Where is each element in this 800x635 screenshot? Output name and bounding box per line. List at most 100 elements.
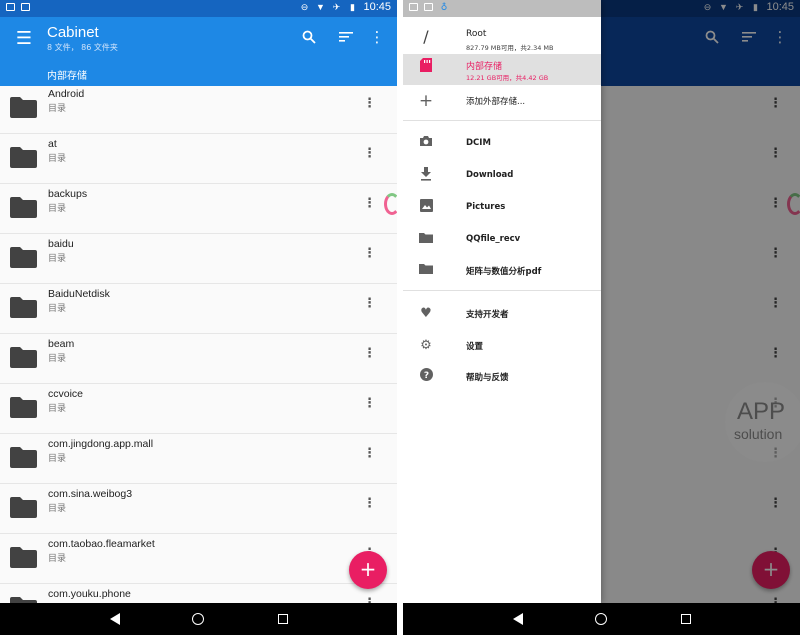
file-type: 目录 xyxy=(48,104,67,114)
folder-icon xyxy=(10,347,37,368)
main-screen: ⊖ ▼ ✈ ▮ 10:45 ☰ Cabinet 8 文件， 86 文件夹 内部存… xyxy=(0,0,397,635)
sort-icon[interactable] xyxy=(336,27,356,47)
home-icon[interactable] xyxy=(188,609,208,629)
more-vert-icon[interactable]: ⋮ xyxy=(363,344,376,364)
folder-icon xyxy=(10,297,37,318)
add-fab-button[interactable]: + xyxy=(349,551,387,589)
file-row[interactable]: com.jingdong.app.mall 目录 ⋮ xyxy=(0,434,397,484)
file-row[interactable]: at 目录 ⋮ xyxy=(0,134,397,184)
drawer-item-label: 矩阵与数值分析pdf xyxy=(466,267,542,277)
wifi-icon: ▼ xyxy=(316,2,325,12)
gear-icon: ⚙ xyxy=(420,338,432,353)
download-icon xyxy=(417,167,435,185)
file-type: 目录 xyxy=(48,404,67,414)
folder-icon xyxy=(10,97,37,118)
drawer-screen: ⋮ ⊖ ▼ ✈ ▮ 10:45 ⋮⋮⋮⋮⋮⋮⋮⋮⋮⋮⋮ + APP soluti… xyxy=(403,0,800,635)
battery-icon: ▮ xyxy=(349,2,355,12)
file-row[interactable]: com.taobao.fleamarket目录⋮ xyxy=(0,534,397,584)
camera-icon xyxy=(417,135,435,153)
hamburger-icon[interactable]: ☰ xyxy=(13,27,35,49)
folder-icon xyxy=(417,231,435,249)
drawer-divider xyxy=(403,290,601,291)
drawer-item-matrix-pdf[interactable]: 矩阵与数值分析pdf xyxy=(403,258,601,284)
drawer-item-label: 支持开发者 xyxy=(466,310,509,320)
more-vert-icon[interactable]: ⋮ xyxy=(363,244,376,264)
more-vert-icon[interactable]: ⋮ xyxy=(363,594,376,603)
file-list: Android 目录 ⋮ at 目录 ⋮ backups 目录 ⋮ baidu 目录 ⋮ BaiduNe… xyxy=(0,86,397,603)
more-vert-icon[interactable]: ⋮ xyxy=(363,394,376,414)
search-icon[interactable] xyxy=(299,27,319,47)
file-row[interactable]: com.youku.phone目录⋮ xyxy=(0,584,397,603)
more-vert-icon[interactable]: ⋮ xyxy=(363,294,376,314)
plus-icon: + xyxy=(418,91,434,111)
drawer-item-root[interactable]: / Root 827.79 MB可用，共2.34 MB xyxy=(403,24,601,55)
file-row[interactable]: Android 目录 ⋮ xyxy=(0,86,397,134)
file-name: beam xyxy=(48,338,75,350)
file-name: backups xyxy=(48,188,88,200)
drawer-item-help-feedback[interactable]: ? 帮助与反馈 xyxy=(403,364,601,390)
file-type: 目录 xyxy=(48,254,67,264)
folder-icon xyxy=(10,147,37,168)
airplane-icon: ✈ xyxy=(332,2,341,12)
drawer-item-dcim[interactable]: DCIM xyxy=(403,131,601,157)
sd-card-icon xyxy=(417,58,435,76)
file-row[interactable]: backups 目录 ⋮ xyxy=(0,184,397,234)
image-notification-icon xyxy=(21,3,30,11)
file-type: 目录 xyxy=(48,554,67,564)
file-type: 目录 xyxy=(48,154,67,164)
more-vert-icon[interactable]: ⋮ xyxy=(363,94,376,114)
file-name: BaiduNetdisk xyxy=(48,288,110,300)
drawer-item-pictures[interactable]: Pictures xyxy=(403,195,601,221)
drawer-item-internal-storage[interactable]: 内部存储 12.21 GB可用，共4.42 GB xyxy=(403,54,601,85)
file-row[interactable]: com.sina.weibog3 目录 ⋮ xyxy=(0,484,397,534)
drawer-item-label: 内部存储 xyxy=(466,62,503,72)
file-name: com.jingdong.app.mall xyxy=(48,438,154,450)
drawer-item-detail: 12.21 GB可用，共4.42 GB xyxy=(466,74,549,82)
file-type: 目录 xyxy=(48,504,67,514)
file-row[interactable]: beam 目录 ⋮ xyxy=(0,334,397,384)
file-row[interactable]: baidu 目录 ⋮ xyxy=(0,234,397,284)
recents-icon[interactable] xyxy=(676,609,696,629)
file-type: 目录 xyxy=(48,304,67,314)
qq-icon: ♁ xyxy=(440,3,448,13)
more-vert-icon[interactable]: ⋮ xyxy=(363,444,376,464)
file-row[interactable]: BaiduNetdisk 目录 ⋮ xyxy=(0,284,397,334)
image-notification-icon xyxy=(424,3,433,11)
drawer-item-settings[interactable]: ⚙ 设置 xyxy=(403,333,601,359)
file-name: com.taobao.fleamarket xyxy=(48,538,155,550)
drawer-item-add-storage[interactable]: + 添加外部存储... xyxy=(403,88,601,114)
more-vert-icon[interactable]: ⋮ xyxy=(363,494,376,514)
folder-icon xyxy=(417,262,435,280)
drawer-item-label: Download xyxy=(466,170,514,180)
recents-icon[interactable] xyxy=(273,609,293,629)
more-vert-icon[interactable]: ⋮ xyxy=(367,27,387,47)
file-name: baidu xyxy=(48,238,74,250)
file-name: com.sina.weibog3 xyxy=(48,488,133,500)
file-name: com.youku.phone xyxy=(48,588,131,600)
heart-icon: ♥ xyxy=(420,306,432,321)
folder-icon xyxy=(10,497,37,518)
drawer-item-support-developer[interactable]: ♥ 支持开发者 xyxy=(403,301,601,327)
file-name: Android xyxy=(48,88,85,100)
back-icon[interactable] xyxy=(105,609,125,629)
drawer-item-label: Root xyxy=(466,29,487,39)
folder-icon xyxy=(10,397,37,418)
back-icon[interactable] xyxy=(508,609,528,629)
navigation-drawer: ♁ / Root 827.79 MB可用，共2.34 MB 内部存储 12.21… xyxy=(403,0,601,603)
file-name: at xyxy=(48,138,57,150)
drawer-item-qqfile-recv[interactable]: QQfile_recv xyxy=(403,227,601,253)
help-icon: ? xyxy=(417,368,435,386)
more-vert-icon[interactable]: ⋮ xyxy=(363,144,376,164)
nav-bar xyxy=(0,603,397,635)
app-bar: ☰ Cabinet 8 文件， 86 文件夹 内部存储 ⋮ xyxy=(0,17,397,86)
file-name: ccvoice xyxy=(48,388,84,400)
current-path[interactable]: 内部存储 xyxy=(47,67,87,82)
drawer-item-label: Pictures xyxy=(466,202,506,212)
file-row[interactable]: ccvoice 目录 ⋮ xyxy=(0,384,397,434)
status-time: 10:45 xyxy=(363,1,391,13)
more-vert-icon[interactable]: ⋮ xyxy=(363,194,376,214)
drawer-item-download[interactable]: Download xyxy=(403,163,601,189)
home-icon[interactable] xyxy=(591,609,611,629)
drawer-item-label: QQfile_recv xyxy=(466,234,521,244)
folder-icon xyxy=(10,447,37,468)
